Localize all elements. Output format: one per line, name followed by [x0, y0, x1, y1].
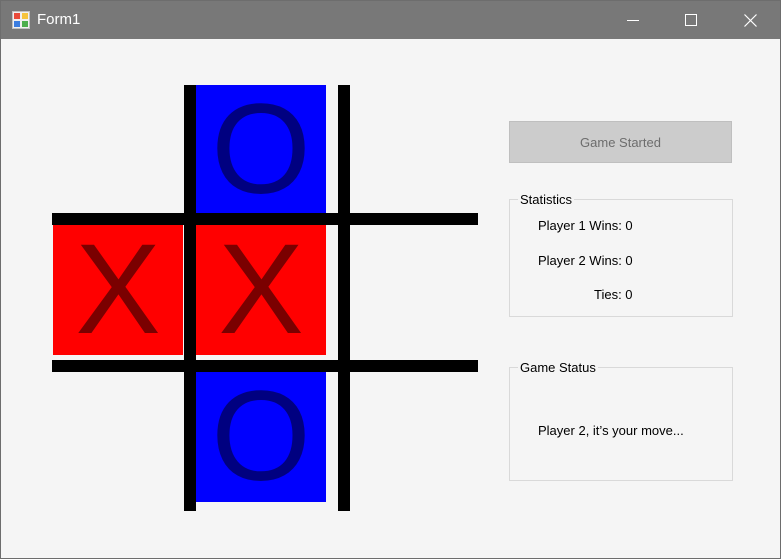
cell-2-mark — [350, 85, 480, 215]
grid-line-horizontal-top — [52, 213, 478, 225]
statistics-group: Statistics Player 1 Wins: 0 Player 2 Win… — [509, 192, 733, 317]
player1-wins-label: Player 1 Wins: 0 — [538, 218, 633, 233]
cell-0-mark — [53, 85, 183, 215]
cell-5[interactable] — [350, 225, 480, 355]
grid-line-vertical-left — [184, 85, 196, 511]
cell-1[interactable]: O — [196, 85, 326, 215]
cell-7[interactable]: O — [196, 372, 326, 502]
statistics-title: Statistics — [518, 192, 575, 207]
cell-3[interactable]: X — [53, 225, 183, 355]
cell-6-mark — [53, 372, 183, 502]
cell-7-mark: O — [211, 372, 311, 502]
form-window: Form1 O X X O Game Started Statistics Pl… — [0, 0, 781, 559]
player2-wins-label: Player 2 Wins: 0 — [538, 253, 633, 268]
cell-4[interactable]: X — [196, 225, 326, 355]
cell-3-mark: X — [75, 225, 161, 355]
close-icon — [743, 13, 757, 27]
maximize-icon — [685, 14, 697, 26]
status-message: Player 2, it’s your move... — [538, 423, 684, 438]
game-status-group: Game Status Player 2, it’s your move... — [509, 360, 733, 481]
ties-label: Ties: 0 — [594, 287, 633, 302]
cell-6[interactable] — [53, 372, 183, 502]
app-icon — [12, 11, 30, 29]
cell-5-mark — [350, 225, 480, 355]
grid-line-horizontal-bottom — [52, 360, 478, 372]
minimize-button[interactable] — [604, 1, 662, 39]
cell-2[interactable] — [350, 85, 480, 215]
maximize-button[interactable] — [662, 1, 720, 39]
cell-8-mark — [350, 372, 480, 502]
cell-4-mark: X — [218, 225, 304, 355]
game-status-title: Game Status — [518, 360, 598, 375]
start-game-button[interactable]: Game Started — [509, 121, 732, 163]
title-bar[interactable]: Form1 — [1, 1, 780, 39]
client-area: O X X O Game Started Statistics Player 1… — [1, 39, 780, 558]
close-button[interactable] — [721, 1, 779, 39]
minimize-icon — [627, 20, 639, 21]
window-title: Form1 — [37, 11, 81, 28]
cell-0[interactable] — [53, 85, 183, 215]
cell-1-mark: O — [211, 85, 311, 215]
cell-8[interactable] — [350, 372, 480, 502]
grid-line-vertical-right — [338, 85, 350, 511]
